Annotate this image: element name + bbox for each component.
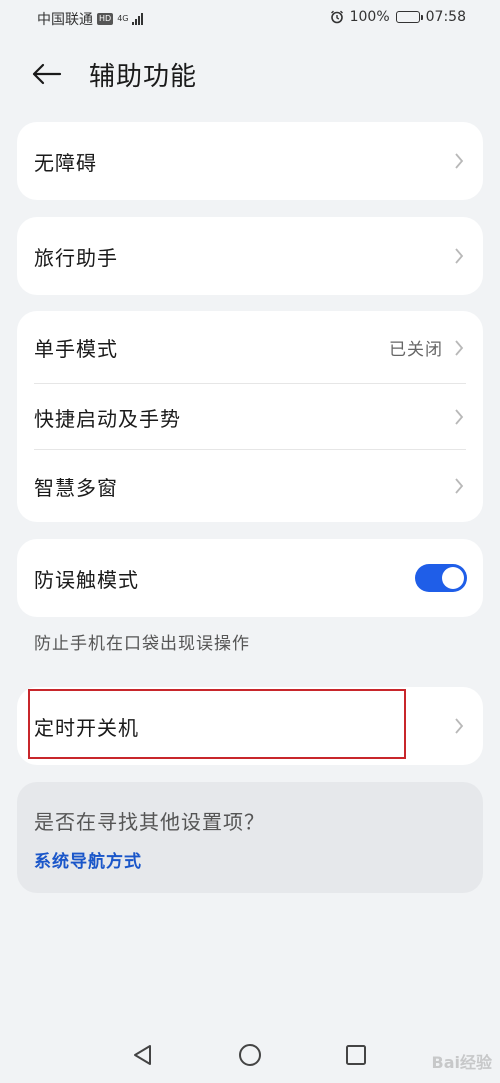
status-right: 100% 07:58 [330,9,466,25]
pocket-mode-row: 防误触模式 [17,539,483,617]
battery-icon [395,11,423,23]
accessibility-card: 无障碍 [17,122,483,200]
chevron-right-icon [455,409,464,425]
page-title: 辅助功能 [89,62,198,92]
travel-card: 旅行助手 [17,217,483,295]
smart-multi-window-label: 智慧多窗 [34,475,118,500]
chevron-right-icon [455,718,464,734]
carrier-name: 中国联通 [37,12,93,28]
shortcuts-gestures-label: 快捷启动及手势 [34,406,181,431]
chevron-right-icon [455,153,464,169]
page-header: 辅助功能 [0,50,500,98]
status-bar: 中国联通 HD 4G 100% 07:58 [0,0,500,36]
one-hand-mode-status: 已关闭 [389,340,443,360]
battery-percent: 100% [349,9,390,25]
pocket-mode-label: 防误触模式 [34,567,139,592]
nav-home-icon[interactable] [237,1042,263,1068]
pocket-mode-toggle[interactable] [415,564,467,592]
nav-recents-icon[interactable] [343,1042,369,1068]
chevron-right-icon [455,478,464,494]
pocket-mode-hint: 防止手机在口袋出现误操作 [34,634,250,654]
gestures-card: 单手模式 已关闭 快捷启动及手势 智慧多窗 [17,311,483,522]
clock: 07:58 [425,9,466,25]
toggle-knob [442,567,464,589]
one-hand-mode-row[interactable]: 单手模式 已关闭 [17,311,483,384]
system-navigation-link[interactable]: 系统导航方式 [34,847,142,872]
travel-assistant-row[interactable]: 旅行助手 [17,217,483,295]
shortcuts-gestures-row[interactable]: 快捷启动及手势 [17,384,483,450]
accessibility-label: 无障碍 [34,150,97,175]
accessibility-row[interactable]: 无障碍 [17,122,483,200]
travel-assistant-label: 旅行助手 [34,245,118,270]
scheduled-power-row[interactable]: 定时开关机 [17,687,483,765]
signal-icon [132,13,144,25]
watermark-logo: Bai经验 [431,1053,492,1072]
scheduled-power-card: 定时开关机 [17,687,483,765]
smart-multi-window-row[interactable]: 智慧多窗 [17,450,483,522]
nav-back-icon[interactable] [130,1042,156,1068]
back-button[interactable] [30,58,70,90]
suggestion-card: 是否在寻找其他设置项？ 系统导航方式 [17,782,483,893]
alarm-icon [330,10,343,24]
scheduled-power-label: 定时开关机 [34,715,139,740]
chevron-right-icon [455,339,464,356]
arrow-left-icon [32,63,62,85]
suggestion-question: 是否在寻找其他设置项？ [34,810,265,834]
pocket-mode-card: 防误触模式 [17,539,483,617]
one-hand-mode-label: 单手模式 [34,337,118,361]
system-navigation-bar [0,1030,500,1080]
hd-badge: HD [97,13,114,25]
network-type: 4G [117,14,129,23]
status-left: 中国联通 HD 4G [37,9,144,29]
chevron-right-icon [455,248,464,264]
